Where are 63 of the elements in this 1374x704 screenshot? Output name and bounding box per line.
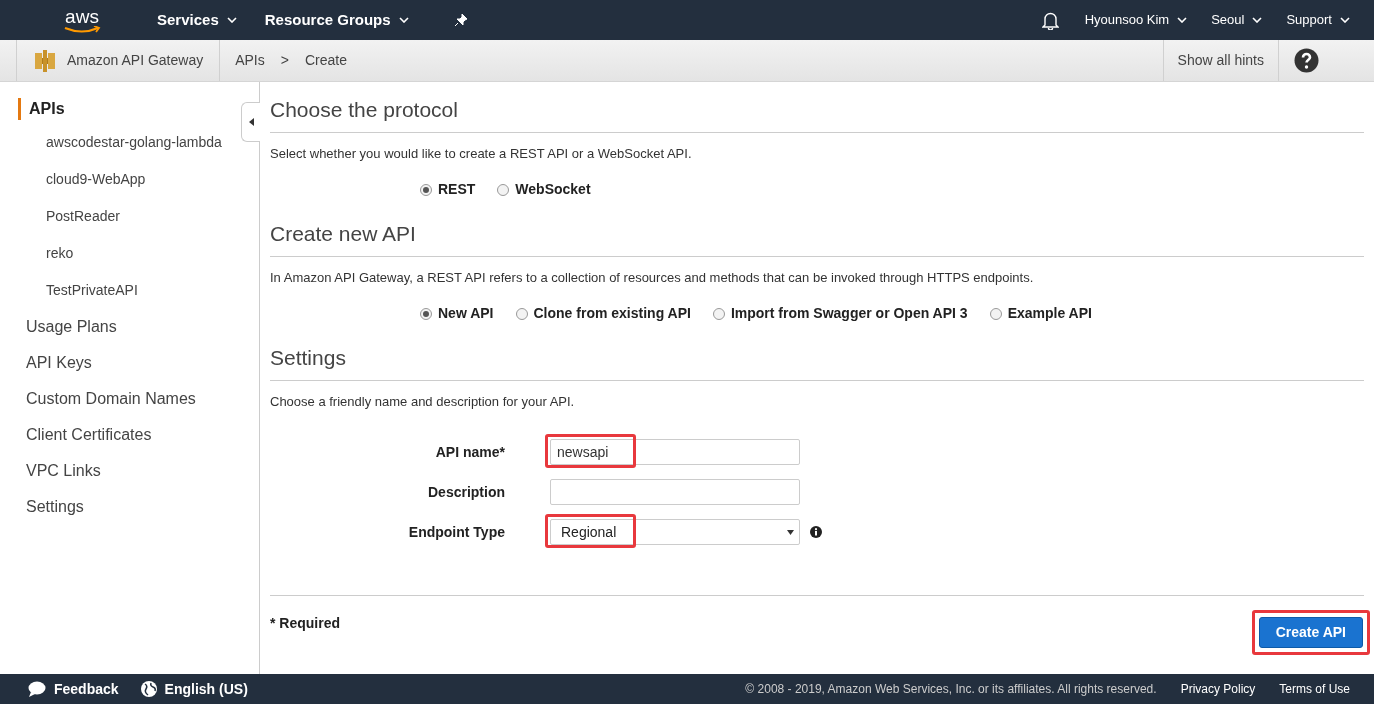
breadcrumb-separator: > bbox=[280, 51, 289, 70]
footer-link[interactable]: Privacy Policy bbox=[1180, 680, 1256, 698]
sidebar-subitem[interactable]: cloud9-WebApp bbox=[46, 161, 146, 198]
copyright-text: © 2008 - 2019, Amazon Web Services, Inc. or its affiliates. All rights reserved. bbox=[745, 681, 1157, 698]
sidebar-item[interactable]: APIs bbox=[18, 98, 65, 120]
sidebar-subitem[interactable]: PostReader bbox=[46, 198, 120, 235]
info-icon[interactable] bbox=[810, 526, 822, 538]
radio-option[interactable]: New API bbox=[420, 303, 494, 324]
required-note: * Required bbox=[270, 614, 340, 633]
field-label: API name* bbox=[434, 442, 505, 462]
sidebar-item[interactable]: Custom Domain Names bbox=[26, 381, 196, 417]
sidebar-item[interactable]: API Keys bbox=[26, 345, 92, 381]
nav-menu[interactable]: Support bbox=[1286, 10, 1350, 30]
triangle-left-icon bbox=[248, 118, 254, 126]
globe-icon bbox=[140, 681, 157, 697]
section-description: In Amazon API Gateway, a REST API refers to a collection of resources and methods that can be invoked through HTTPS endpoints. bbox=[270, 268, 1035, 287]
sidebar-item[interactable]: Usage Plans bbox=[26, 309, 117, 345]
input-field[interactable] bbox=[550, 479, 800, 505]
field-label: Endpoint Type bbox=[407, 522, 505, 542]
section-title: Choose the protocol bbox=[270, 82, 1364, 133]
create-api-button[interactable]: Create API bbox=[1258, 617, 1363, 648]
help-icon[interactable] bbox=[1294, 48, 1319, 73]
dropdown-arrow-icon bbox=[787, 529, 794, 535]
speech-bubble-icon bbox=[28, 681, 46, 697]
radio-option[interactable]: Example API bbox=[989, 303, 1092, 324]
sidebar-item[interactable]: VPC Links bbox=[26, 453, 101, 489]
service-link[interactable]: Amazon API Gateway bbox=[16, 40, 221, 81]
caret-icon bbox=[1252, 17, 1263, 23]
nav-menu[interactable]: Services bbox=[157, 8, 237, 32]
nav-menu[interactable]: Resource Groups bbox=[264, 8, 409, 32]
radio-option[interactable]: Clone from existing API bbox=[515, 303, 691, 324]
section-description: Select whether you would like to create a REST API or a WebSocket API. bbox=[270, 144, 693, 163]
feedback-link[interactable]: Feedback bbox=[28, 678, 119, 700]
caret-icon bbox=[1340, 17, 1350, 23]
caret-icon bbox=[1177, 17, 1188, 23]
section-title: Create new API bbox=[270, 206, 1364, 257]
radio-option[interactable]: REST bbox=[420, 179, 476, 200]
language-selector[interactable]: English (US) bbox=[140, 678, 248, 700]
pin-icon[interactable] bbox=[453, 13, 468, 27]
bell-icon[interactable] bbox=[1041, 10, 1059, 30]
input-field[interactable]: newsapi bbox=[550, 439, 800, 465]
breadcrumb-item[interactable]: APIs bbox=[235, 50, 265, 71]
section-description: Choose a friendly name and description for your API. bbox=[270, 392, 576, 411]
sidebar-item[interactable]: Client Certificates bbox=[26, 417, 152, 453]
gateway-logo-icon bbox=[33, 48, 57, 73]
sidebar-subitem[interactable]: awscodestar-golang-lambda bbox=[46, 124, 222, 161]
nav-menu[interactable]: Hyounsoo Kim bbox=[1084, 10, 1188, 30]
radio-option[interactable]: Import from Swagger or Open API 3 bbox=[712, 303, 968, 324]
hints-button[interactable]: Show all hints bbox=[1162, 40, 1279, 81]
sidebar-subitem[interactable]: reko bbox=[46, 235, 74, 272]
breadcrumb-item[interactable]: Create bbox=[304, 50, 347, 71]
aws-logo[interactable]: aws bbox=[60, 6, 104, 34]
nav-menu[interactable]: Seoul bbox=[1211, 10, 1263, 30]
sidebar-subitem[interactable]: TestPrivateAPI bbox=[46, 272, 138, 309]
section-title: Settings bbox=[270, 330, 1364, 381]
collapse-button[interactable] bbox=[241, 102, 260, 142]
caret-icon bbox=[226, 17, 237, 23]
sidebar-item[interactable]: Settings bbox=[26, 489, 84, 525]
radio-option[interactable]: WebSocket bbox=[497, 179, 591, 200]
dropdown[interactable]: Regional bbox=[550, 519, 800, 545]
caret-icon bbox=[398, 17, 409, 23]
field-label: Description bbox=[427, 482, 505, 502]
footer-link[interactable]: Terms of Use bbox=[1279, 680, 1350, 698]
